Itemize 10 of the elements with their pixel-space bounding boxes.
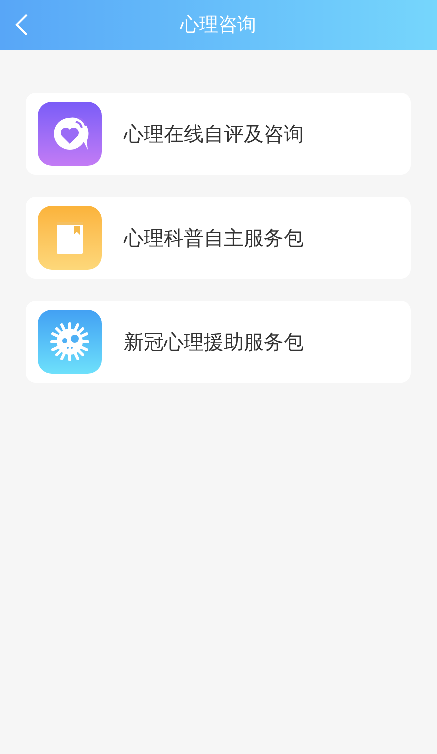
menu-item[interactable]: 心理科普自主服务包 xyxy=(26,197,411,279)
menu-item[interactable]: 心理在线自评及咨询 xyxy=(26,93,411,175)
item-label: 心理科普自主服务包 xyxy=(124,225,304,252)
virus-icon xyxy=(38,310,102,374)
item-label: 新冠心理援助服务包 xyxy=(124,329,304,356)
page-title: 心理咨询 xyxy=(180,12,256,38)
book-icon xyxy=(38,206,102,270)
item-label: 心理在线自评及咨询 xyxy=(124,121,304,148)
back-icon[interactable] xyxy=(14,13,30,37)
menu-item[interactable]: 新冠心理援助服务包 xyxy=(26,301,411,383)
